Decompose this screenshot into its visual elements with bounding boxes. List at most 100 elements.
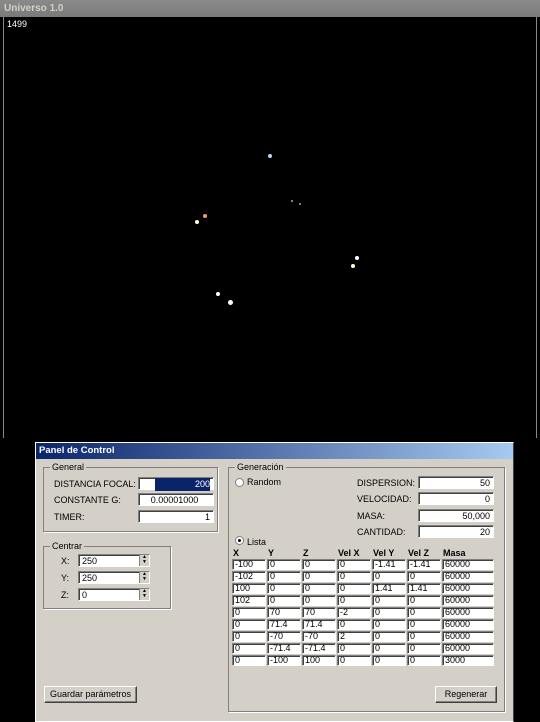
table-cell[interactable]: 60000: [442, 643, 494, 654]
table-cell[interactable]: 102: [232, 595, 266, 606]
table-cell[interactable]: 0: [372, 619, 406, 630]
timer-field[interactable]: 1: [138, 510, 214, 523]
table-cell[interactable]: -70: [267, 631, 301, 642]
table-cell[interactable]: -70: [302, 631, 336, 642]
table-cell[interactable]: 0: [407, 607, 441, 618]
table-cell[interactable]: 0: [267, 583, 301, 594]
save-parameters-button[interactable]: Guardar parámetros: [44, 686, 137, 703]
table-cell[interactable]: 60000: [442, 583, 494, 594]
cantidad-field[interactable]: 20: [418, 525, 494, 538]
table-row: 102 0 0 0 0 0 60000: [232, 595, 494, 606]
cantidad-label: CANTIDAD:: [357, 527, 406, 537]
table-cell[interactable]: 0: [267, 571, 301, 582]
table-cell[interactable]: -100: [267, 655, 301, 666]
table-cell[interactable]: 0: [337, 595, 371, 606]
table-cell[interactable]: -1.41: [372, 559, 406, 570]
table-cell[interactable]: -1.41: [407, 559, 441, 570]
table-cell[interactable]: 0: [337, 655, 371, 666]
center-y-spinner[interactable]: 250 ▲ ▼: [78, 571, 150, 584]
table-cell[interactable]: 100: [232, 583, 266, 594]
velocidad-field[interactable]: 0: [418, 492, 494, 505]
bodies-table: X Y Z Vel X Vel Y Vel Z Masa -100 0 0 0 -1.41 -1.41…: [231, 547, 495, 667]
table-cell[interactable]: 0: [407, 655, 441, 666]
panel-title-bar[interactable]: Panel de Control: [36, 443, 513, 459]
table-cell[interactable]: 0: [337, 583, 371, 594]
table-cell[interactable]: -100: [232, 559, 266, 570]
star: [299, 203, 301, 205]
table-cell[interactable]: 0: [372, 655, 406, 666]
table-cell[interactable]: 0: [337, 571, 371, 582]
table-cell[interactable]: 60000: [442, 559, 494, 570]
spinner-arrows-icon[interactable]: ▲ ▼: [139, 555, 149, 566]
table-cell[interactable]: 0: [372, 571, 406, 582]
table-row: 0 -70 -70 2 0 0 60000: [232, 631, 494, 642]
dispersion-label: DISPERSION:: [357, 478, 416, 488]
table-cell[interactable]: 0: [407, 619, 441, 630]
constante-g-label: CONSTANTE G:: [54, 495, 121, 505]
lista-label[interactable]: Lista: [247, 537, 266, 547]
table-cell[interactable]: -2: [337, 607, 371, 618]
center-z-spinner[interactable]: 0 ▲ ▼: [78, 588, 150, 601]
distancia-focal-field[interactable]: 200: [138, 477, 214, 491]
spinner-arrows-icon[interactable]: ▲ ▼: [139, 572, 149, 583]
table-cell[interactable]: 0: [267, 595, 301, 606]
table-cell[interactable]: 0: [232, 655, 266, 666]
table-cell[interactable]: 60000: [442, 607, 494, 618]
table-cell[interactable]: 0: [232, 607, 266, 618]
table-cell[interactable]: 0: [232, 643, 266, 654]
table-cell[interactable]: 1.41: [407, 583, 441, 594]
column-header: Masa: [443, 548, 466, 558]
table-cell[interactable]: 0: [302, 583, 336, 594]
table-cell[interactable]: 0: [232, 631, 266, 642]
spinner-arrows-icon[interactable]: ▲ ▼: [139, 589, 149, 600]
dispersion-field[interactable]: 50: [418, 476, 494, 489]
masa-field[interactable]: 50,000: [418, 509, 494, 522]
center-x-spinner[interactable]: 250 ▲ ▼: [78, 554, 150, 567]
table-cell[interactable]: 0: [372, 643, 406, 654]
table-cell[interactable]: 0: [337, 643, 371, 654]
table-cell[interactable]: 0: [372, 595, 406, 606]
table-cell[interactable]: 0: [372, 607, 406, 618]
table-cell[interactable]: 0: [407, 595, 441, 606]
distancia-focal-label: DISTANCIA FOCAL:: [54, 479, 136, 489]
generacion-group: Generación Random DISPERSION: 50 VELOCID…: [228, 462, 505, 712]
table-cell[interactable]: 0: [407, 631, 441, 642]
table-cell[interactable]: 0: [407, 643, 441, 654]
table-cell[interactable]: 60000: [442, 619, 494, 630]
table-cell[interactable]: 60000: [442, 571, 494, 582]
table-cell[interactable]: 71.4: [267, 619, 301, 630]
star: [203, 214, 207, 218]
table-cell[interactable]: 0: [267, 559, 301, 570]
random-radio[interactable]: [235, 478, 244, 487]
table-cell[interactable]: 0: [302, 595, 336, 606]
main-title-bar[interactable]: Universo 1.0: [0, 0, 540, 17]
table-cell[interactable]: 3000: [442, 655, 494, 666]
control-panel-window: Panel de Control General DISTANCIA FOCAL…: [35, 442, 514, 722]
table-cell[interactable]: 71.4: [302, 619, 336, 630]
table-cell[interactable]: 0: [232, 619, 266, 630]
table-cell[interactable]: 0: [407, 571, 441, 582]
table-cell[interactable]: 0: [337, 559, 371, 570]
table-cell[interactable]: 60000: [442, 595, 494, 606]
random-label[interactable]: Random: [247, 477, 281, 487]
table-cell[interactable]: -71.4: [302, 643, 336, 654]
lista-radio[interactable]: [235, 536, 244, 545]
table-cell[interactable]: -102: [232, 571, 266, 582]
table-cell[interactable]: 1.41: [372, 583, 406, 594]
table-cell[interactable]: 70: [267, 607, 301, 618]
table-cell[interactable]: 0: [302, 559, 336, 570]
table-cell[interactable]: 0: [337, 619, 371, 630]
constante-g-field[interactable]: 0.00001000: [138, 493, 214, 506]
column-header: Y: [268, 548, 275, 558]
table-cell[interactable]: 0: [302, 571, 336, 582]
table-cell[interactable]: 60000: [442, 631, 494, 642]
column-header: Z: [303, 548, 309, 558]
table-cell[interactable]: 2: [337, 631, 371, 642]
table-cell[interactable]: -71.4: [267, 643, 301, 654]
table-cell[interactable]: 70: [302, 607, 336, 618]
regenerate-button[interactable]: Regenerar: [435, 686, 497, 703]
table-cell[interactable]: 100: [302, 655, 336, 666]
general-group: General DISTANCIA FOCAL: 200 CONSTANTE G…: [43, 462, 218, 532]
simulation-canvas[interactable]: 1499: [3, 17, 537, 438]
table-cell[interactable]: 0: [372, 631, 406, 642]
